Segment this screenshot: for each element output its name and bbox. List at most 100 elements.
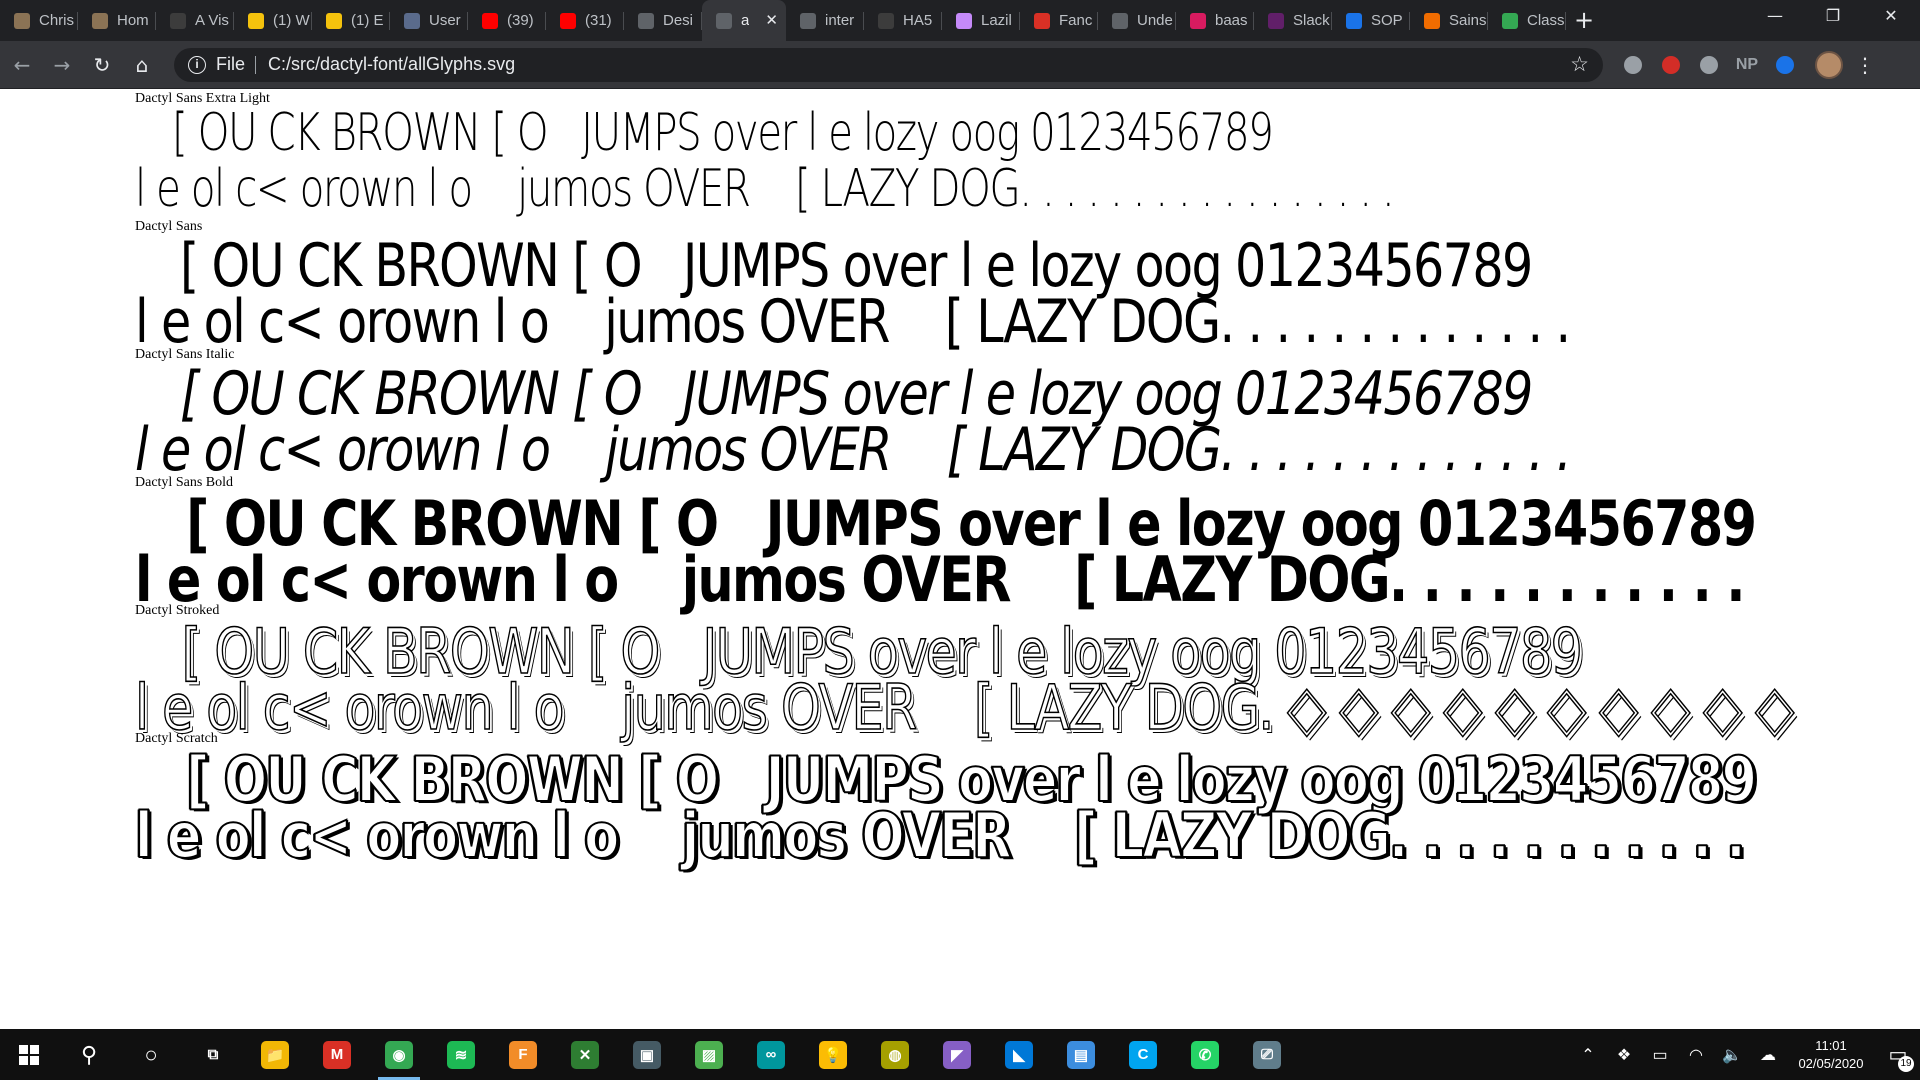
url-scheme: File: [216, 54, 246, 74]
browser-tab[interactable]: Lazil: [942, 0, 1020, 41]
home-avatar-icon: [92, 12, 108, 29]
image-viewer-icon[interactable]: ▨: [678, 1029, 740, 1080]
g-icon: [326, 12, 342, 29]
url-text[interactable]: C:/src/dactyl-font/allGlyphs.svg: [268, 54, 515, 75]
dropbox-icon[interactable]: ❖: [1606, 1045, 1642, 1065]
whatsapp-glyph: ✆: [1191, 1040, 1219, 1069]
globe-icon: [638, 12, 654, 29]
tab-title: (1) E: [351, 12, 384, 29]
clock[interactable]: 11:01 02/05/2020: [1786, 1037, 1876, 1073]
cortana-c-glyph: C: [1129, 1040, 1157, 1069]
browser-tab[interactable]: (39): [468, 0, 546, 41]
browser-tab[interactable]: A Vis: [156, 0, 234, 41]
forward-button[interactable]: →: [44, 47, 80, 83]
volume-icon[interactable]: 🔈: [1714, 1045, 1750, 1065]
browser-tab[interactable]: (31): [546, 0, 624, 41]
browser-tab[interactable]: (1) W: [234, 0, 312, 41]
browser-tab[interactable]: Hom: [78, 0, 156, 41]
url-separator: [255, 55, 257, 74]
lastpass-extension-icon[interactable]: [1655, 49, 1687, 81]
back-button[interactable]: ←: [4, 47, 40, 83]
keep-glyph: 💡: [819, 1040, 847, 1069]
tab-close-icon[interactable]: ✕: [765, 11, 778, 29]
globe-app-glyph: ◍: [881, 1040, 909, 1069]
task-view-icon[interactable]: ○: [120, 1029, 182, 1080]
browser-tab[interactable]: SOP: [1332, 0, 1410, 41]
browser-tab[interactable]: Slack: [1254, 0, 1332, 41]
tab-title: Unde: [1137, 12, 1173, 29]
clock-time: 11:01: [1815, 1037, 1847, 1053]
tray-overflow-chevron-icon[interactable]: ⌃: [1570, 1045, 1606, 1065]
browser-tab[interactable]: a ✕: [702, 0, 786, 41]
browser-tab[interactable]: Unde: [1098, 0, 1176, 41]
close-window-button[interactable]: ✕: [1862, 0, 1920, 32]
shield-extension-icon[interactable]: [1617, 49, 1649, 81]
minimize-button[interactable]: —: [1746, 0, 1804, 32]
home-button[interactable]: ⌂: [124, 47, 160, 83]
whatsapp-icon[interactable]: ✆: [1174, 1029, 1236, 1080]
tab-title: Chris: [39, 12, 75, 29]
browser-tab[interactable]: inter: [786, 0, 864, 41]
baas-icon: [1190, 12, 1206, 29]
drop-extension-icon[interactable]: [1769, 49, 1801, 81]
glyph-sample-line-2: l e ol c< orown l o jumos OVER [ LAZY DO…: [135, 543, 1746, 616]
fontforge-icon[interactable]: F: [492, 1029, 554, 1080]
start-button[interactable]: [0, 1029, 58, 1080]
address-bar[interactable]: i File C:/src/dactyl-font/allGlyphs.svg …: [174, 47, 1603, 82]
gmail-icon[interactable]: M: [306, 1029, 368, 1080]
browser-tab[interactable]: Fanc: [1020, 0, 1098, 41]
battery-icon[interactable]: ▭: [1642, 1045, 1678, 1065]
browser-tab[interactable]: Sains: [1410, 0, 1488, 41]
info-icon[interactable]: i: [188, 55, 206, 74]
terminal-icon[interactable]: ▣: [616, 1029, 678, 1080]
profile-avatar[interactable]: [1815, 50, 1843, 79]
search-icon[interactable]: ⚲: [58, 1029, 120, 1080]
browser-tab[interactable]: (1) E: [312, 0, 390, 41]
tab-title: (31): [585, 12, 612, 29]
browser-tab[interactable]: User: [390, 0, 468, 41]
tab-title: baas: [1215, 12, 1248, 29]
taskbar-apps: ⧉ 📁 M ◉ ≋ F ✕ ▣ ▨ ∞ 💡 ◍ ◤ ◣ ▤ C ✆ ⎚: [182, 1029, 1298, 1080]
tab-title: A Vis: [195, 12, 229, 29]
browser-tab[interactable]: Class: [1488, 0, 1566, 41]
cortana-c-icon[interactable]: C: [1112, 1029, 1174, 1080]
notifications-button[interactable]: ▭ 19: [1876, 1029, 1920, 1080]
timeline-icon[interactable]: ⧉: [182, 1029, 244, 1080]
browser-tab[interactable]: Desi: [624, 0, 702, 41]
onedrive-icon[interactable]: ☁: [1750, 1045, 1786, 1065]
file-explorer-glyph: 📁: [261, 1040, 289, 1069]
wifi-icon[interactable]: ◠: [1678, 1045, 1714, 1065]
tab-title: Slack: [1293, 12, 1330, 29]
arduino-icon[interactable]: ∞: [740, 1029, 802, 1080]
puzzle-extension-icon[interactable]: [1693, 49, 1725, 81]
browser-tab[interactable]: baas: [1176, 0, 1254, 41]
notepad-icon[interactable]: ▤: [1050, 1029, 1112, 1080]
vscode-icon[interactable]: ◣: [988, 1029, 1050, 1080]
tab-title: a: [741, 12, 750, 29]
reload-button[interactable]: ↻: [84, 47, 120, 83]
sainsburys-icon: [1424, 12, 1440, 29]
tab-title: Lazil: [981, 12, 1012, 29]
browser-tab[interactable]: Chris: [0, 0, 78, 41]
remote-desktop-icon[interactable]: ⎚: [1236, 1029, 1298, 1080]
a-vis-icon: [170, 12, 186, 29]
tab-title: User: [429, 12, 461, 29]
terminal-glyph: ▣: [633, 1040, 661, 1069]
file-explorer-icon[interactable]: 📁: [244, 1029, 306, 1080]
spotify-icon[interactable]: ≋: [430, 1029, 492, 1080]
chrome-icon[interactable]: ◉: [368, 1029, 430, 1080]
bookmark-star-icon[interactable]: ☆: [1570, 52, 1589, 77]
tab-title: (1) W: [273, 12, 310, 29]
visual-studio-icon[interactable]: ◤: [926, 1029, 988, 1080]
browser-tab[interactable]: HA5: [864, 0, 942, 41]
globe-app-icon[interactable]: ◍: [864, 1029, 926, 1080]
maximize-button[interactable]: ❐: [1804, 0, 1862, 32]
tab-title: inter: [825, 12, 855, 29]
tab-title: Fanc: [1059, 12, 1093, 29]
remote-desktop-glyph: ⎚: [1253, 1040, 1281, 1069]
browser-menu-icon[interactable]: ⋮: [1851, 53, 1879, 77]
np-extension-icon[interactable]: NP: [1731, 49, 1763, 81]
xmind-icon[interactable]: ✕: [554, 1029, 616, 1080]
new-tab-button[interactable]: +: [1566, 0, 1602, 41]
keep-icon[interactable]: 💡: [802, 1029, 864, 1080]
